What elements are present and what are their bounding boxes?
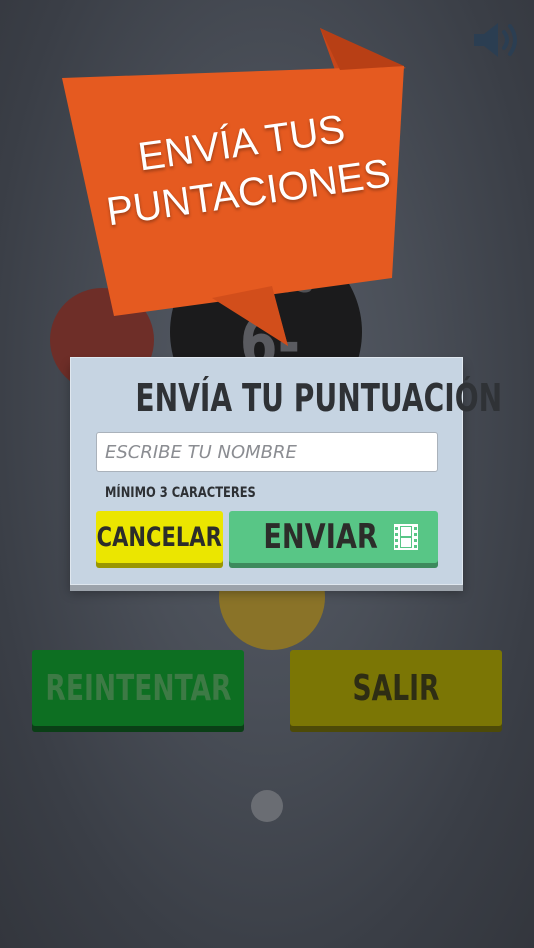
cancel-button-label: CANCELAR xyxy=(96,521,223,553)
dialog-title-text: ENVÍA TU PUNTUACIÓN xyxy=(135,376,503,420)
dialog-title: ENVÍA TU PUNTUACIÓN xyxy=(71,376,502,420)
retry-button[interactable]: REINTENTAR xyxy=(32,650,244,726)
min-characters-hint: MÍNIMO 3 CARACTERES xyxy=(105,485,256,501)
exit-button[interactable]: SALIR xyxy=(290,650,502,726)
cancel-button[interactable]: CANCELAR xyxy=(96,511,223,563)
exit-button-label: SALIR xyxy=(352,667,440,709)
submit-score-dialog: ENVÍA TU PUNTUACIÓN MÍNIMO 3 CARACTERES … xyxy=(70,357,502,585)
retry-button-label: REINTENTAR xyxy=(44,667,232,709)
page-indicator-dot xyxy=(251,790,283,822)
send-button[interactable]: ENVIAR xyxy=(229,511,438,563)
speaker-icon[interactable] xyxy=(470,20,522,60)
send-button-label: ENVIAR xyxy=(263,517,378,557)
name-input[interactable] xyxy=(96,432,438,472)
film-icon xyxy=(394,524,419,550)
